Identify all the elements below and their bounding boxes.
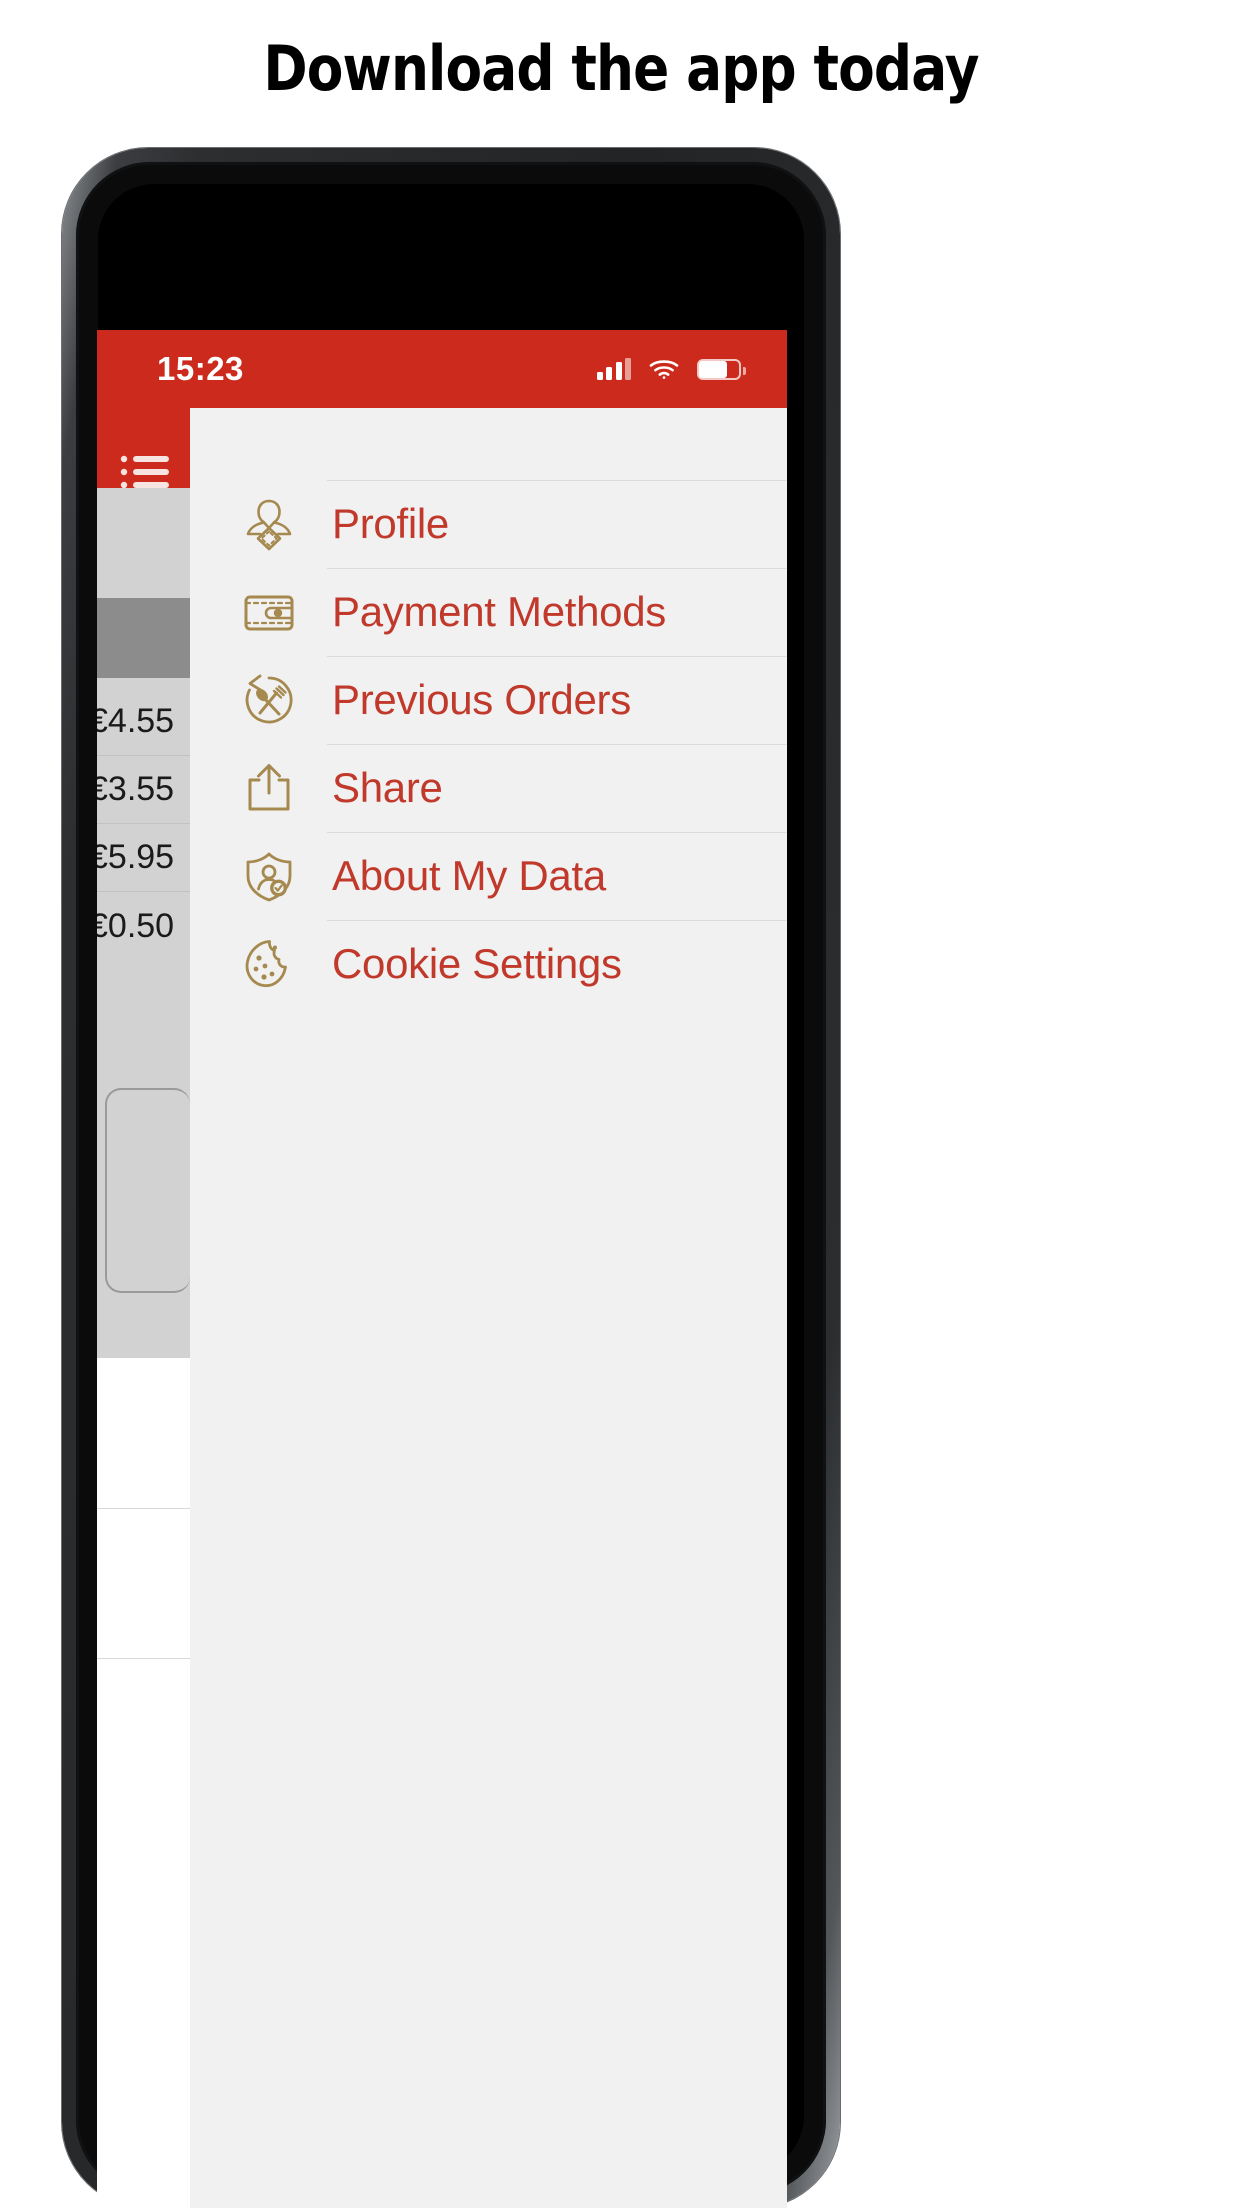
price-value: €4.55 bbox=[97, 702, 175, 740]
price-row: €3.55 bbox=[97, 756, 190, 824]
underlying-divider bbox=[97, 1658, 190, 1659]
menu-item-label: Payment Methods bbox=[332, 588, 667, 635]
status-bar-indicators bbox=[596, 358, 746, 380]
price-row: €4.55 bbox=[97, 688, 190, 756]
price-value: €3.55 bbox=[97, 770, 175, 808]
app-viewport: 15:23 €4.55 €3.55 €5.95 €0.50 Profile Pa… bbox=[97, 330, 787, 2208]
shield-person-icon bbox=[232, 845, 306, 907]
price-row: €5.95 bbox=[97, 824, 190, 892]
menu-item-previous-orders[interactable]: Previous Orders bbox=[190, 656, 787, 744]
menu-divider bbox=[327, 568, 787, 569]
page-title: Download the app today bbox=[263, 32, 979, 105]
share-upload-icon bbox=[232, 757, 306, 819]
menu-item-cookie-settings[interactable]: Cookie Settings bbox=[190, 920, 787, 1008]
battery-icon bbox=[697, 358, 746, 380]
cellular-signal-icon bbox=[596, 358, 631, 380]
menu-item-about-my-data[interactable]: About My Data bbox=[190, 832, 787, 920]
wallet-icon bbox=[232, 581, 306, 643]
menu-divider bbox=[327, 656, 787, 657]
menu-item-label: Previous Orders bbox=[332, 676, 631, 723]
menu-item-label: Share bbox=[332, 764, 443, 811]
menu-item-label: Cookie Settings bbox=[332, 940, 622, 987]
status-bar-clock: 15:23 bbox=[157, 350, 244, 387]
menu-divider bbox=[327, 480, 787, 481]
menu-divider bbox=[327, 832, 787, 833]
status-bar: 15:23 bbox=[97, 330, 787, 408]
refresh-cutlery-icon bbox=[232, 669, 306, 731]
hamburger-list-icon bbox=[120, 455, 169, 489]
menu-item-share[interactable]: Share bbox=[190, 744, 787, 832]
menu-item-label: About My Data bbox=[332, 852, 606, 899]
menu-item-label: Profile bbox=[332, 500, 449, 547]
price-value: €0.50 bbox=[97, 906, 175, 945]
drawer-menu-list: Profile Payment Methods Previous Orders … bbox=[190, 480, 787, 1008]
menu-item-payment-methods[interactable]: Payment Methods bbox=[190, 568, 787, 656]
menu-divider bbox=[327, 920, 787, 921]
menu-item-profile[interactable]: Profile bbox=[190, 480, 787, 568]
cookie-icon bbox=[232, 933, 306, 995]
underlying-divider bbox=[97, 1508, 190, 1509]
price-row: €0.50 bbox=[97, 892, 190, 960]
price-value: €5.95 bbox=[97, 838, 175, 876]
menu-divider bbox=[327, 744, 787, 745]
hamburger-menu-button[interactable] bbox=[119, 452, 175, 492]
navigation-drawer: Profile Payment Methods Previous Orders … bbox=[190, 408, 787, 2208]
person-bandana-icon bbox=[232, 493, 306, 555]
wifi-icon bbox=[649, 358, 679, 380]
underlying-section-header bbox=[97, 598, 190, 678]
underlying-white-gap bbox=[97, 1358, 190, 1508]
underlying-card bbox=[105, 1088, 190, 1293]
